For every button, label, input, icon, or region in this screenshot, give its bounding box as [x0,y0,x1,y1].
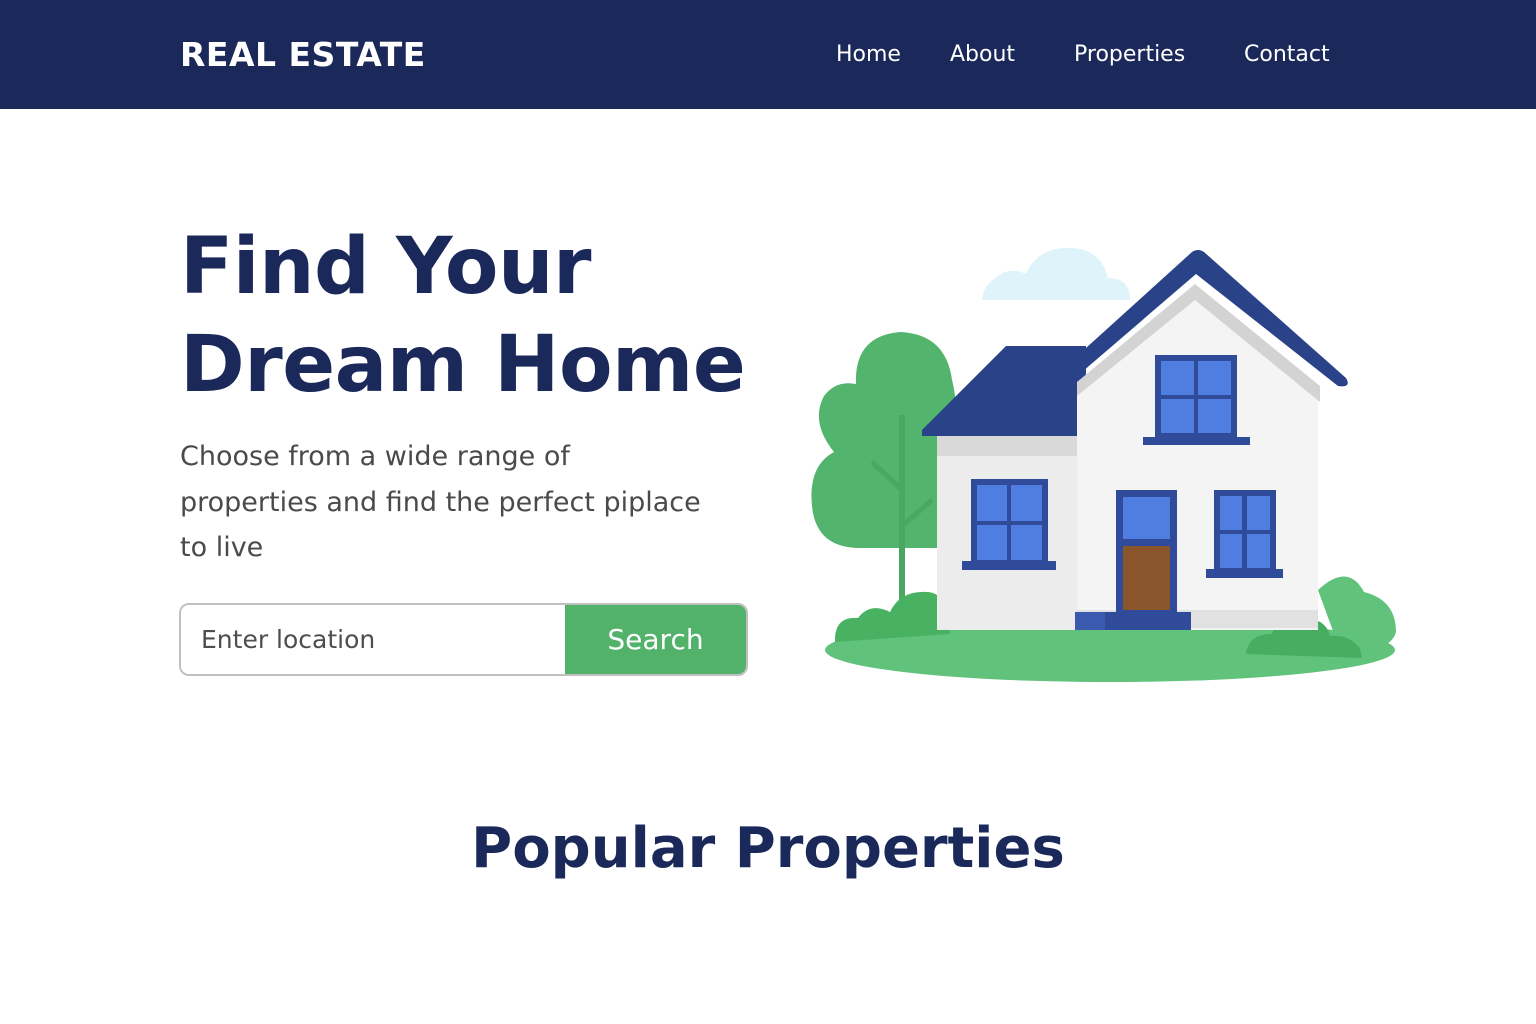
navbar: REAL ESTATE Home About Properties Contac… [0,0,1536,109]
house-icon [922,250,1348,630]
hero-subtitle-line: to live [180,532,264,563]
hero-subtitle-line: Choose from a wide range of [180,441,570,472]
nav-link-properties[interactable]: Properties [1074,40,1185,70]
nav-link-contact[interactable]: Contact [1244,40,1330,70]
brand-logo[interactable]: REAL ESTATE [180,35,426,75]
house-illustration [811,247,1396,682]
hero-title-line: Find Your [180,222,591,312]
location-search-form: Search [179,603,748,676]
hero-subtitle: Choose from a wide range of properties a… [180,434,770,571]
nav-link-about[interactable]: About [950,40,1015,70]
hero-title-line: Dream Home [180,320,746,410]
tree-icon [811,332,956,605]
hero-title: Find Your Dream Home [180,218,800,414]
search-button[interactable]: Search [565,605,746,674]
nav-link-home[interactable]: Home [836,40,901,70]
popular-properties-title: Popular Properties [471,816,1065,881]
hero-subtitle-line: properties and find the perfect piplace [180,486,701,518]
location-search-input[interactable] [181,605,565,674]
cloud-icon [982,247,1130,300]
